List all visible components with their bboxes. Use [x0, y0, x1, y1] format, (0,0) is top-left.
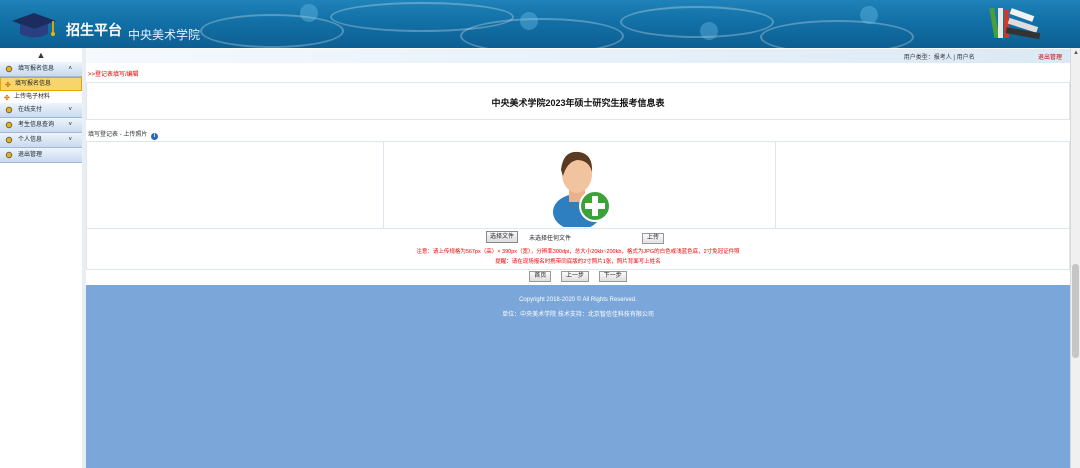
sidebar-item-fill-registration[interactable]: 填写报名信息 ˄ — [0, 62, 82, 77]
scrollbar-thumb[interactable] — [1072, 264, 1079, 358]
sidebar-subitem-fill-registration[interactable]: ✤ 填写报名信息 — [0, 77, 82, 91]
next-step-button[interactable]: 下一步 — [598, 271, 627, 282]
sidebar-item-logout[interactable]: 退出管理 — [0, 148, 82, 163]
copyright-text: Copyright 2018-2020 © All Rights Reserve… — [519, 297, 637, 303]
books-icon — [989, 7, 1041, 40]
unit-info-text: 单位：中央美术学院 技术支持：北京智信佳科技有限公司 — [502, 312, 654, 318]
sidebar-subitem-upload-materials[interactable]: ✤ 上传电子材料 — [0, 91, 82, 103]
photo-cell-right — [776, 142, 1069, 228]
sidebar-item-label: 考生信息查询 — [18, 122, 55, 128]
vertical-scrollbar[interactable]: ▲ — [1070, 48, 1080, 468]
sidebar-item-label: 上传电子材料 — [14, 94, 51, 100]
gear-icon — [5, 121, 13, 129]
breadcrumb: >>登记表填写/编辑 — [88, 72, 139, 78]
previous-step-button[interactable]: 上一步 — [560, 271, 589, 282]
upload-notice: 注意：请上传规格为567px（高）× 390px（宽），分辨率300dpi，总大… — [416, 249, 740, 255]
chevron-down-icon: ˅ — [68, 107, 72, 113]
school-name: 中央美术学院 — [128, 28, 201, 42]
choose-file-button[interactable]: 选择文件 — [486, 231, 519, 243]
sidebar-item-label: 在线支付 — [18, 107, 43, 113]
sidebar-collapse-button[interactable]: ▲ — [0, 48, 82, 62]
user-type-text: 用户类型：报考人 | 用户名 — [903, 55, 975, 61]
sidebar-item-candidate-query[interactable]: 考生信息查询 ˅ — [0, 118, 82, 133]
user-info-bar: 用户类型：报考人 | 用户名 退出管理 — [86, 49, 1070, 63]
graduation-cap-icon — [12, 13, 56, 38]
info-icon[interactable]: i — [151, 133, 159, 140]
section-label: 填写登记表 - 上传照片 i — [88, 129, 159, 140]
upload-button[interactable]: 上传 — [642, 233, 665, 244]
chevron-down-icon: ˅ — [68, 122, 72, 128]
upload-row: 选择文件 未选择任何文件 上传 注意：请上传规格为567px（高）× 390px… — [86, 228, 1070, 270]
photo-row — [86, 141, 1070, 229]
main-content: >>登记表填写/编辑 中央美术学院2023年硕士研究生报考信息表 填写登记表 -… — [86, 63, 1070, 468]
section-label-text: 填写登记表 - 上传照片 — [88, 132, 148, 138]
pager: 首页 上一步 下一步 — [86, 271, 1070, 282]
gear-icon — [5, 106, 13, 114]
photo-cell-center — [384, 142, 776, 228]
chevron-up-icon: ˄ — [68, 66, 72, 72]
no-file-selected-text: 未选择任何文件 — [529, 236, 572, 242]
scroll-up-arrow-icon[interactable]: ▲ — [1073, 50, 1079, 56]
chevron-down-icon: ˅ — [68, 137, 72, 143]
avatar-add-icon[interactable] — [545, 142, 615, 227]
sidebar-item-online-payment[interactable]: 在线支付 ˅ — [0, 103, 82, 118]
gear-icon — [5, 65, 13, 73]
sidebar-item-label: 个人信息 — [18, 137, 43, 143]
gear-icon — [5, 136, 13, 144]
gear-icon — [5, 151, 13, 159]
form-title-box: 中央美术学院2023年硕士研究生报考信息表 — [86, 82, 1070, 120]
sidebar-item-label: 填写报名信息 — [15, 81, 52, 87]
first-page-button[interactable]: 首页 — [529, 271, 552, 282]
sidebar-item-personal-info[interactable]: 个人信息 ˅ — [0, 133, 82, 148]
page-title: 中央美术学院2023年硕士研究生报考信息表 — [491, 98, 665, 108]
sidebar-item-label: 退出管理 — [18, 152, 43, 158]
logout-link[interactable]: 退出管理 — [1038, 55, 1062, 61]
sidebar: ▲ 填写报名信息 ˄ ✤ 填写报名信息 ✤ 上传电子材料 在线支付 ˅ 考生信息… — [0, 48, 83, 468]
photo-cell-left — [87, 142, 384, 228]
footer: Copyright 2018-2020 © All Rights Reserve… — [86, 285, 1070, 468]
platform-title: 招生平台 — [66, 22, 122, 38]
header-banner: 招生平台 中央美术学院 — [0, 0, 1080, 48]
upload-reminder: 提醒：请在现场报名时携带同底版的2寸照片1张，照片背面写上姓名 — [495, 259, 661, 265]
sidebar-item-label: 填写报名信息 — [18, 66, 55, 72]
